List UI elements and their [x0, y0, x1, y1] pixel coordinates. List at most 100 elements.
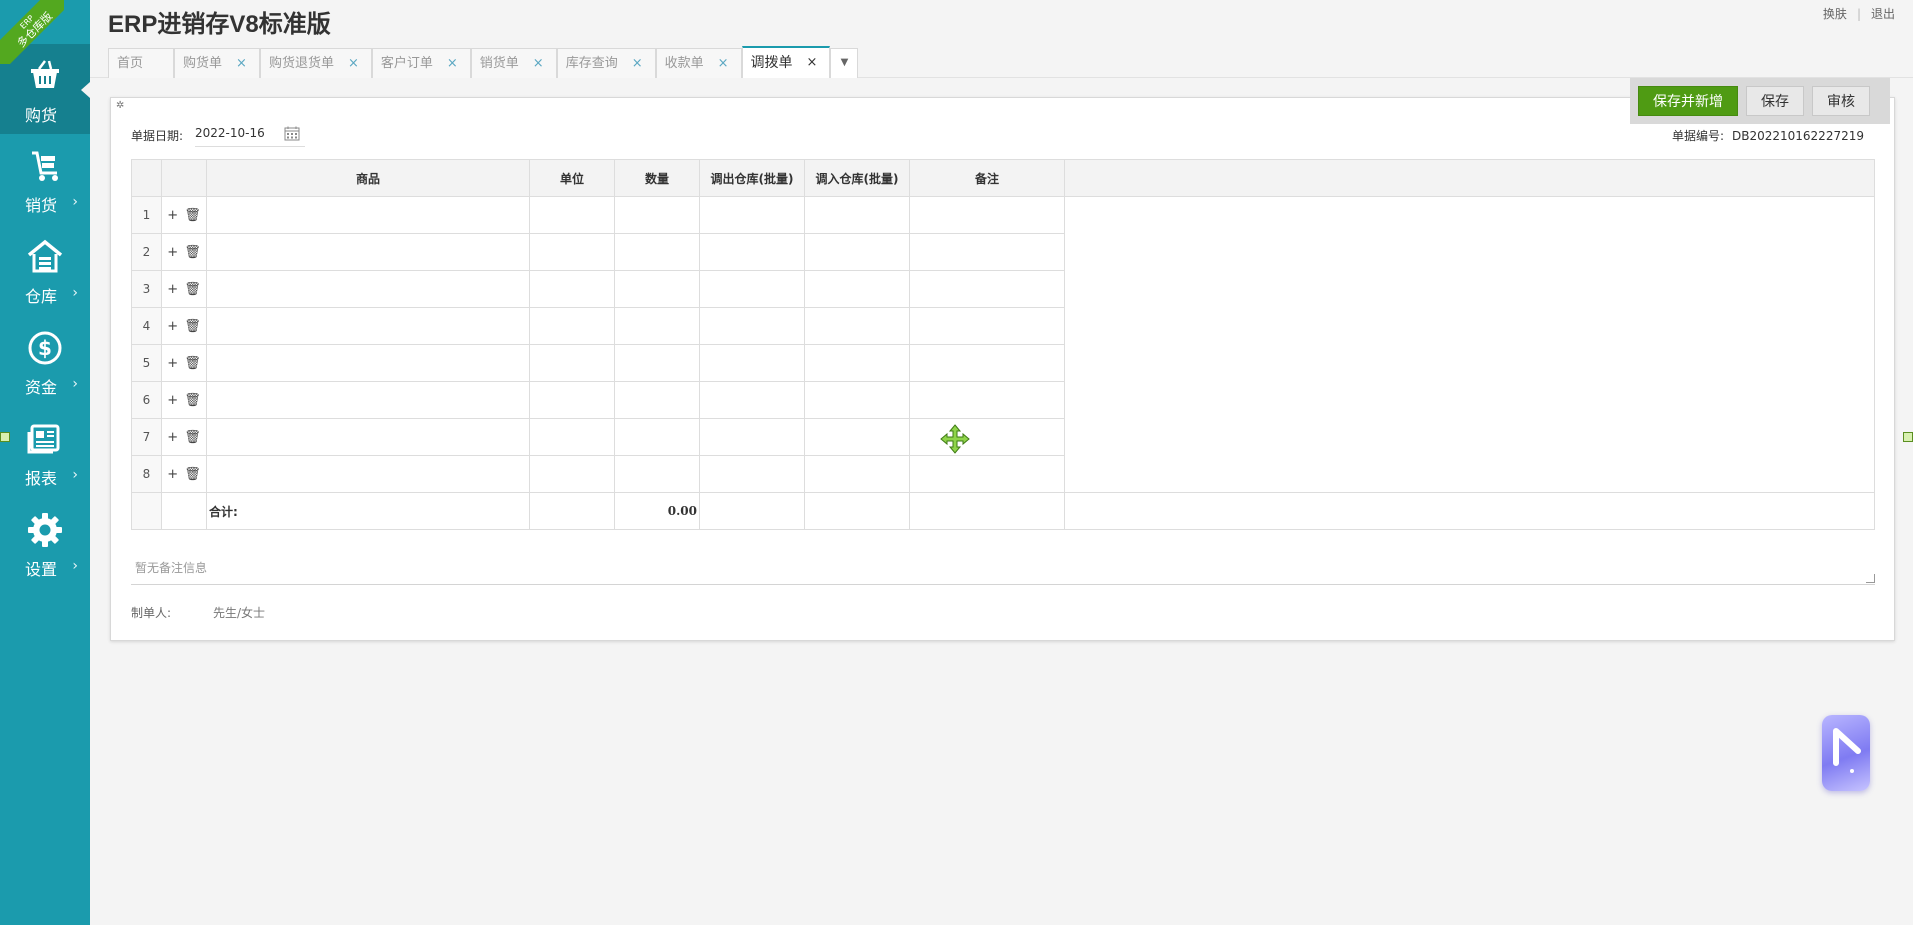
- cell-unit[interactable]: [529, 344, 615, 382]
- cell-in-warehouse[interactable]: [804, 196, 910, 234]
- cell-unit[interactable]: [529, 270, 615, 308]
- remark-textarea[interactable]: 暂无备注信息: [131, 551, 1875, 585]
- sidebar-item-funds[interactable]: $ 资金 ›: [0, 316, 90, 406]
- delete-row-icon[interactable]: 🗑: [184, 393, 201, 408]
- cell-product[interactable]: [206, 270, 530, 308]
- delete-row-icon[interactable]: 🗑: [184, 356, 201, 371]
- add-row-icon[interactable]: +: [167, 245, 178, 260]
- close-icon[interactable]: ×: [632, 50, 643, 78]
- skin-link[interactable]: 换肤: [1823, 5, 1847, 22]
- resize-handle[interactable]: [1866, 574, 1875, 583]
- cell-remark[interactable]: [909, 344, 1065, 382]
- logout-link[interactable]: 退出: [1871, 5, 1895, 22]
- cell-unit[interactable]: [529, 418, 615, 456]
- cell-in-warehouse[interactable]: [804, 307, 910, 345]
- cell-remark[interactable]: [909, 307, 1065, 345]
- cell-in-warehouse[interactable]: [804, 344, 910, 382]
- sidebar-item-settings[interactable]: 设置 ›: [0, 498, 90, 588]
- cell-remark[interactable]: [909, 196, 1065, 234]
- cell-out-warehouse[interactable]: [699, 418, 805, 456]
- cell-qty[interactable]: [614, 270, 700, 308]
- cell-product[interactable]: [206, 381, 530, 419]
- cell-unit[interactable]: [529, 381, 615, 419]
- cell-in-warehouse[interactable]: [804, 270, 910, 308]
- cell-unit[interactable]: [529, 196, 615, 234]
- cell-remark[interactable]: [909, 270, 1065, 308]
- tab-home[interactable]: 首页: [108, 48, 175, 78]
- add-row-icon[interactable]: +: [167, 319, 178, 334]
- sidebar-item-reports[interactable]: 报表 ›: [0, 407, 90, 497]
- cell-qty[interactable]: [614, 307, 700, 345]
- tab-customer-order[interactable]: 客户订单 ×: [371, 48, 471, 78]
- tab-transfer-order[interactable]: 调拨单 ×: [741, 46, 831, 78]
- row-actions: + 🗑: [161, 455, 207, 493]
- add-row-icon[interactable]: +: [167, 467, 178, 482]
- save-and-new-button[interactable]: 保存并新增: [1638, 86, 1738, 116]
- cell-qty[interactable]: [614, 381, 700, 419]
- cell-in-warehouse[interactable]: [804, 418, 910, 456]
- col-out-warehouse[interactable]: 调出仓库(批量): [699, 159, 805, 197]
- add-row-icon[interactable]: +: [167, 282, 178, 297]
- close-icon[interactable]: ×: [348, 50, 359, 78]
- cell-remark[interactable]: [909, 381, 1065, 419]
- tab-purchase-order[interactable]: 购货单 ×: [174, 48, 260, 78]
- cell-product[interactable]: [206, 418, 530, 456]
- add-row-icon[interactable]: +: [167, 393, 178, 408]
- close-icon[interactable]: ×: [718, 50, 729, 78]
- add-row-icon[interactable]: +: [167, 356, 178, 371]
- cell-product[interactable]: [206, 196, 530, 234]
- close-icon[interactable]: ×: [533, 50, 544, 78]
- cell-in-warehouse[interactable]: [804, 381, 910, 419]
- tab-receipt[interactable]: 收款单 ×: [655, 48, 742, 78]
- cell-qty[interactable]: [614, 196, 700, 234]
- sidebar-item-sales[interactable]: 销货 ›: [0, 134, 90, 224]
- tab-sales-order[interactable]: 销货单 ×: [470, 48, 557, 78]
- delete-row-icon[interactable]: 🗑: [184, 319, 201, 334]
- cell-out-warehouse[interactable]: [699, 233, 805, 271]
- close-icon[interactable]: ×: [236, 50, 247, 78]
- delete-row-icon[interactable]: 🗑: [184, 282, 201, 297]
- cell-remark[interactable]: [909, 418, 1065, 456]
- cell-product[interactable]: [206, 344, 530, 382]
- cell-qty[interactable]: [614, 344, 700, 382]
- close-icon[interactable]: ×: [447, 50, 458, 78]
- cell-remark[interactable]: [909, 455, 1065, 493]
- cell-unit[interactable]: [529, 233, 615, 271]
- cell-out-warehouse[interactable]: [699, 455, 805, 493]
- audit-button[interactable]: 审核: [1812, 86, 1870, 116]
- close-icon[interactable]: ×: [807, 48, 818, 78]
- add-row-icon[interactable]: +: [167, 430, 178, 445]
- col-in-warehouse[interactable]: 调入仓库(批量): [804, 159, 910, 197]
- cell-qty[interactable]: [614, 455, 700, 493]
- cell-out-warehouse[interactable]: [699, 344, 805, 382]
- tab-more-dropdown[interactable]: ▼: [830, 48, 859, 78]
- cell-unit[interactable]: [529, 455, 615, 493]
- column-settings-icon[interactable]: ✲: [116, 100, 124, 111]
- tab-inventory-query[interactable]: 库存查询 ×: [556, 48, 656, 78]
- right-resize-handle[interactable]: [1903, 432, 1913, 442]
- cell-in-warehouse[interactable]: [804, 233, 910, 271]
- cell-product[interactable]: [206, 455, 530, 493]
- cell-product[interactable]: [206, 233, 530, 271]
- left-resize-handle[interactable]: [0, 432, 10, 442]
- sidebar-item-warehouse[interactable]: 仓库 ›: [0, 225, 90, 315]
- delete-row-icon[interactable]: 🗑: [184, 467, 201, 482]
- tab-purchase-return[interactable]: 购货退货单 ×: [259, 48, 372, 78]
- cell-out-warehouse[interactable]: [699, 196, 805, 234]
- delete-row-icon[interactable]: 🗑: [184, 208, 201, 223]
- delete-row-icon[interactable]: 🗑: [184, 245, 201, 260]
- cell-product[interactable]: [206, 307, 530, 345]
- cell-out-warehouse[interactable]: [699, 270, 805, 308]
- save-button[interactable]: 保存: [1746, 86, 1804, 116]
- cell-qty[interactable]: [614, 233, 700, 271]
- cell-in-warehouse[interactable]: [804, 455, 910, 493]
- cell-unit[interactable]: [529, 307, 615, 345]
- calendar-icon[interactable]: [284, 126, 300, 141]
- assistant-float-button[interactable]: [1822, 715, 1870, 791]
- cell-qty[interactable]: [614, 418, 700, 456]
- cell-out-warehouse[interactable]: [699, 307, 805, 345]
- add-row-icon[interactable]: +: [167, 208, 178, 223]
- delete-row-icon[interactable]: 🗑: [184, 430, 201, 445]
- cell-remark[interactable]: [909, 233, 1065, 271]
- cell-out-warehouse[interactable]: [699, 381, 805, 419]
